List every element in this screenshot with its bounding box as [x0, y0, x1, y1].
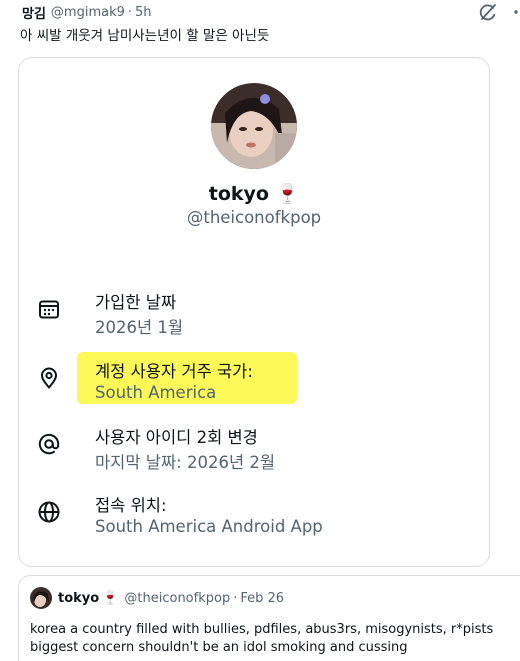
info-row-country: 계정 사용자 거주 국가: South America — [37, 352, 477, 408]
calendar-icon — [37, 297, 61, 321]
separator-dot: · — [233, 590, 238, 606]
author-name[interactable]: 망김 — [22, 3, 46, 22]
info-row-connected-via: 접속 위치: South America Android App — [37, 492, 477, 542]
quoted-post[interactable]: tokyo 🍷 @theiconofkpop · Feb 26 korea a … — [18, 575, 520, 661]
quoted-post-header: tokyo 🍷 @theiconofkpop · Feb 26 — [30, 587, 284, 609]
quoted-author-avatar[interactable] — [30, 587, 52, 609]
info-value: South America — [95, 383, 217, 402]
info-title: 가입한 날짜 — [95, 293, 177, 312]
profile-avatar — [211, 83, 297, 169]
quoted-post-date[interactable]: Feb 26 — [240, 591, 284, 606]
post-text: 아 씨발 개웃겨 남미사는년이 할 말은 아닌듯 — [20, 28, 270, 44]
slash-circle-icon[interactable] — [478, 2, 498, 22]
post-header: 망김 @mgimak9 · 5h — [22, 3, 152, 22]
wine-glass-icon: 🍷 — [275, 183, 300, 205]
info-title: 접속 위치: — [95, 496, 167, 515]
post-time[interactable]: 5h — [135, 5, 152, 20]
at-sign-icon — [37, 432, 61, 456]
quoted-author-name[interactable]: tokyo — [58, 591, 99, 606]
info-row-joined: 가입한 날짜 2026년 1월 — [37, 289, 477, 339]
profile-handle: @theiconofkpop — [186, 208, 322, 227]
more-dots-icon[interactable] — [506, 2, 520, 22]
location-pin-icon — [37, 366, 61, 390]
profile-name: tokyo 🍷 — [19, 182, 489, 205]
wine-glass-icon: 🍷 — [102, 590, 119, 606]
attached-image[interactable]: tokyo 🍷 @theiconofkpop 가입한 날짜 2026년 1월 계… — [18, 57, 490, 567]
profile-name-text: tokyo — [208, 183, 269, 205]
post: 망김 @mgimak9 · 5h 아 씨발 개웃겨 남미사는년이 할 말은 아닌… — [0, 0, 520, 661]
quoted-post-text: korea a country filled with bullies, pdf… — [30, 621, 520, 657]
quoted-text-line: biggest concern shouldn't be an idol smo… — [30, 640, 408, 655]
quoted-author-handle[interactable]: @theiconofkpop — [124, 591, 230, 606]
info-title: 계정 사용자 거주 국가: — [95, 362, 253, 381]
quoted-text-line: korea a country filled with bullies, pdf… — [30, 622, 494, 637]
info-row-username: 사용자 아이디 2회 변경 마지막 날짜: 2026년 2월 — [37, 424, 477, 474]
info-value: 마지막 날짜: 2026년 2월 — [95, 453, 276, 472]
globe-icon — [37, 500, 61, 524]
author-handle[interactable]: @mgimak9 — [51, 5, 125, 20]
info-title: 사용자 아이디 2회 변경 — [95, 428, 258, 447]
info-value: 2026년 1월 — [95, 318, 184, 337]
info-value: South America Android App — [95, 517, 323, 536]
separator-dot: · — [127, 4, 133, 20]
